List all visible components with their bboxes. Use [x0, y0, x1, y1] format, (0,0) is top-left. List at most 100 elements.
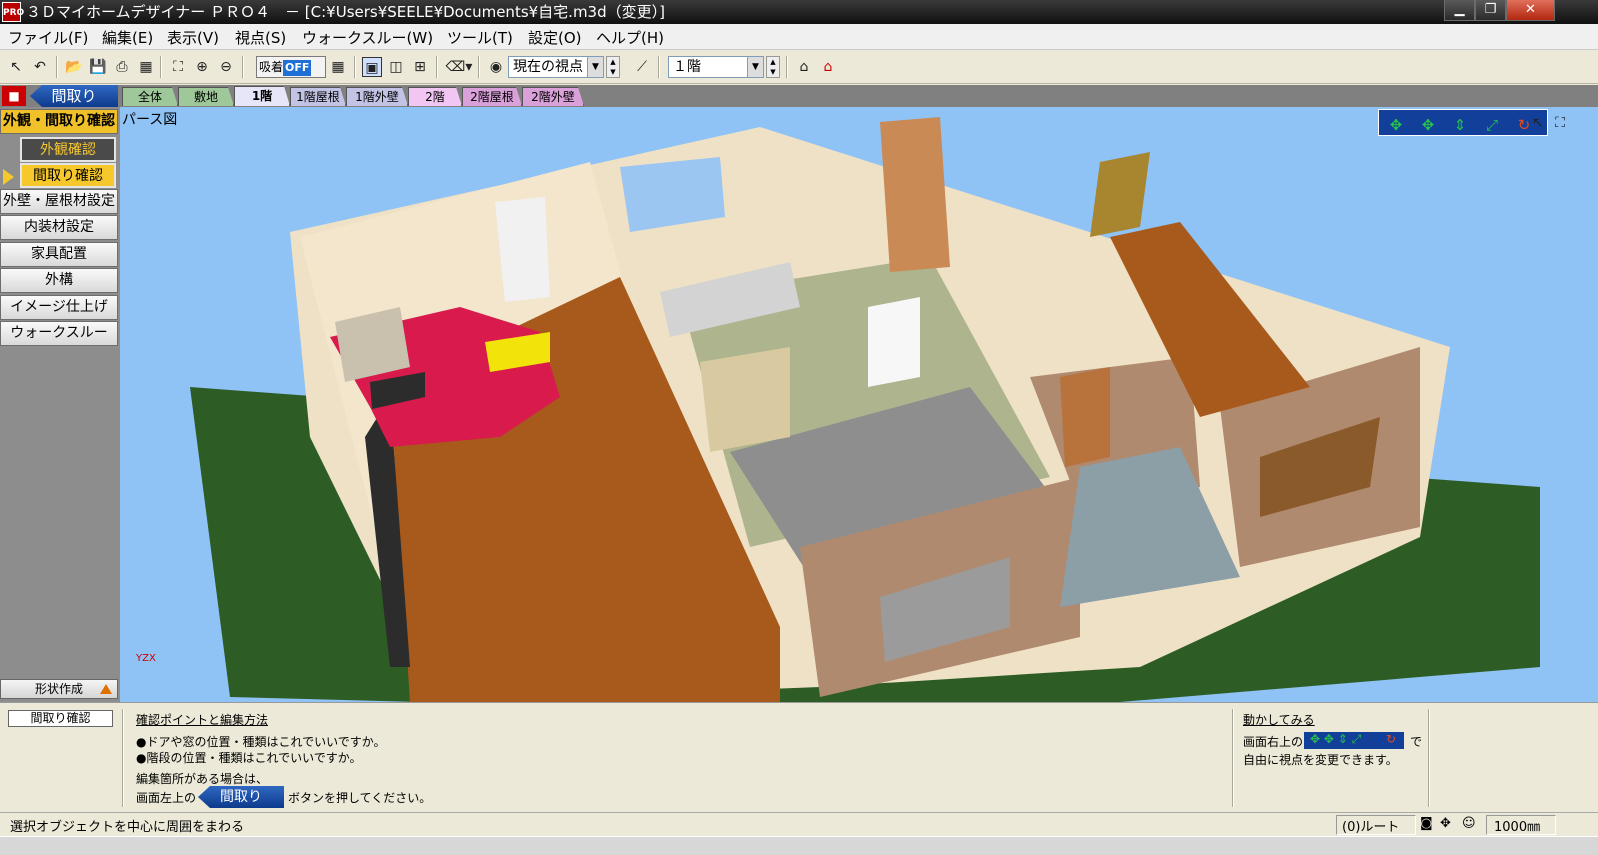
status-bar: 選択オブジェクトを中心に周囲をまわる (0)ルート ◙ ✥ ☺ 1000㎜ — [0, 812, 1598, 836]
spin-down-icon[interactable]: ▼ — [607, 67, 619, 77]
zoom-in-icon[interactable]: ⊕ — [192, 57, 212, 77]
menu-edit[interactable]: 編集(E) — [102, 27, 153, 48]
panel-separator — [122, 709, 124, 807]
info-line-4a: 画面左上の — [136, 791, 197, 805]
camera-icon[interactable]: ◙ — [1420, 816, 1433, 831]
spin-up-icon[interactable]: ▲ — [767, 57, 779, 67]
print-icon[interactable]: ⎙ — [112, 57, 132, 77]
nav-arrows-icon: ✥ ✥ ⇕ ⤢ — [1310, 732, 1362, 746]
menu-viewpoint[interactable]: 視点(S) — [235, 27, 286, 48]
sidebar-item-exterior[interactable]: 外構 — [0, 268, 118, 293]
zoom-out-icon[interactable]: ⊖ — [216, 57, 236, 77]
viewpoint-select[interactable]: 現在の視点 ▼ — [508, 56, 604, 78]
tab-1f-roof[interactable]: 1階屋根 — [290, 87, 346, 106]
sidebar-item-interior-material[interactable]: 内装材設定 — [0, 215, 118, 240]
grid-icon[interactable]: ▦ — [328, 57, 348, 77]
info-line-4b: ボタンを押してください。 — [288, 791, 432, 805]
axis-x-label: X — [148, 653, 156, 664]
snap-state: OFF — [283, 60, 312, 76]
single-view-icon[interactable]: ▣ — [362, 57, 382, 77]
menu-tools[interactable]: ツール(T) — [447, 27, 513, 48]
try-heading: 動かしてみる — [1243, 713, 1315, 727]
zoom-icon[interactable]: ⤢ — [1483, 116, 1501, 134]
spin-down-icon[interactable]: ▼ — [767, 67, 779, 77]
snap-toggle[interactable]: 吸着 OFF — [256, 56, 326, 78]
app-icon: PRO — [2, 2, 24, 22]
tab-2f-roof[interactable]: 2階屋根 — [462, 87, 522, 106]
open-folder-icon[interactable]: 📂 — [64, 57, 84, 77]
shape-create-button[interactable]: 形状作成 — [0, 679, 118, 699]
minimize-button[interactable]: ▁ — [1444, 0, 1475, 21]
perspective-viewport[interactable]: パース図 ✥ ✥ ⇕ ⤢ ↻ ↖ ⛶ YZX — [120, 107, 1598, 702]
render-icon[interactable]: ▦ — [136, 57, 156, 77]
tab-site[interactable]: 敷地 — [178, 87, 234, 106]
toolbar-separator — [56, 56, 58, 78]
title-bar: PRO ３Ｄマイホームデザイナー ＰＲＯ４ － [C:¥Users¥SEELE¥… — [0, 0, 1598, 24]
axis-indicator: YZX — [136, 653, 156, 664]
info-panel: 間取り確認 確認ポイントと編集方法 ●ドアや窓の位置・種類はこれでいいですか。 … — [0, 702, 1598, 812]
roof-icon[interactable]: ⌂ — [794, 57, 814, 77]
stair-post — [880, 117, 950, 272]
shape-create-label: 形状作成 — [34, 682, 83, 696]
house-3d-render — [190, 117, 1540, 702]
tab-1f-wall[interactable]: 1階外壁 — [346, 87, 408, 106]
chevron-down-icon[interactable]: ▼ — [587, 57, 603, 77]
sidebar-item-exterior-material[interactable]: 外壁・屋根材設定 — [0, 189, 118, 214]
move-icon[interactable]: ✥ — [1419, 116, 1437, 134]
viewpoint-spinner[interactable]: ▲ ▼ — [606, 56, 620, 78]
walk-icon[interactable]: ☺ — [1462, 816, 1476, 831]
sidebar-layout-check[interactable]: 間取り確認 — [20, 163, 116, 188]
save-icon[interactable]: 💾 — [88, 57, 108, 77]
play-icon — [3, 169, 14, 185]
menu-help[interactable]: ヘルプ(H) — [596, 27, 664, 48]
restore-button[interactable]: ❐ — [1475, 0, 1506, 21]
orbit-icon: ↻ — [1386, 732, 1397, 746]
sidebar-item-image-finish[interactable]: イメージ仕上げ — [0, 295, 118, 320]
floor-select[interactable]: １階 ▼ — [668, 56, 764, 78]
madori-button[interactable]: 間取り — [30, 85, 118, 107]
tab-2f[interactable]: 2階 — [408, 87, 462, 106]
cube-icon[interactable]: ■ — [2, 86, 26, 106]
sidebar-exterior-check[interactable]: 外観確認 — [20, 137, 116, 162]
split-view-icon[interactable]: ◫ — [386, 57, 406, 77]
menu-walkthrough[interactable]: ウォークスルー(W) — [302, 27, 433, 48]
measure-icon[interactable]: ⟋ — [632, 57, 652, 77]
tab-2f-wall[interactable]: 2階外壁 — [522, 87, 584, 106]
madori-inline-button[interactable]: 間取り — [198, 786, 284, 808]
undo-icon[interactable]: ↶ — [30, 57, 50, 77]
mode-indicator: 間取り確認 — [8, 710, 113, 727]
sidebar-item-furniture[interactable]: 家具配置 — [0, 242, 118, 267]
select-pointer-icon[interactable]: ↖ — [1528, 113, 1548, 133]
menu-view[interactable]: 表示(V) — [167, 27, 219, 48]
floor-value: １階 — [673, 59, 701, 75]
info-line-3: 編集箇所がある場合は、 — [136, 772, 269, 786]
try-line-1b: で — [1410, 735, 1423, 749]
navigation-control[interactable]: ✥ ✥ ⇕ ⤢ ↻ — [1378, 109, 1548, 136]
chevron-down-icon[interactable]: ▼ — [747, 57, 763, 77]
quad-view-icon[interactable]: ⊞ — [410, 57, 430, 77]
close-button[interactable]: ✕ — [1506, 0, 1555, 21]
floor-spinner[interactable]: ▲ ▼ — [766, 56, 780, 78]
info-line-1: ●ドアや窓の位置・種類はこれでいいですか。 — [136, 735, 386, 749]
tab-1f[interactable]: 1階 — [234, 86, 290, 106]
tab-all[interactable]: 全体 — [122, 87, 178, 106]
menu-file[interactable]: ファイル(F) — [8, 27, 88, 48]
menu-bar: ファイル(F) 編集(E) 表示(V) 視点(S) ウォークスルー(W) ツール… — [0, 24, 1598, 50]
status-root: (0)ルート — [1342, 820, 1400, 835]
fit-view-icon[interactable]: ⛶ — [168, 57, 188, 77]
spin-up-icon[interactable]: ▲ — [607, 57, 619, 67]
sidebar-header[interactable]: 外観・間取り確認 — [0, 109, 118, 134]
navigation-control-thumbnail: ✥ ✥ ⇕ ⤢ ↻ — [1304, 732, 1404, 749]
try-line-2: 自由に視点を変更できます。 — [1243, 753, 1398, 767]
camera-icon[interactable]: ◉ — [486, 57, 506, 77]
pointer-icon[interactable]: ↖ — [6, 57, 26, 77]
house-icon[interactable]: ⌂ — [818, 57, 838, 77]
fullscreen-icon[interactable]: ⛶ — [1550, 113, 1570, 133]
sidebar-item-walkthrough[interactable]: ウォークスルー — [0, 321, 118, 346]
pan-icon[interactable]: ✥ — [1387, 116, 1405, 134]
move-icon[interactable]: ✥ — [1440, 816, 1451, 831]
toolbar-separator — [436, 56, 438, 78]
eraser-icon[interactable]: ⌫▾ — [444, 57, 474, 77]
menu-settings[interactable]: 設定(O) — [528, 27, 582, 48]
elevate-icon[interactable]: ⇕ — [1451, 116, 1469, 134]
